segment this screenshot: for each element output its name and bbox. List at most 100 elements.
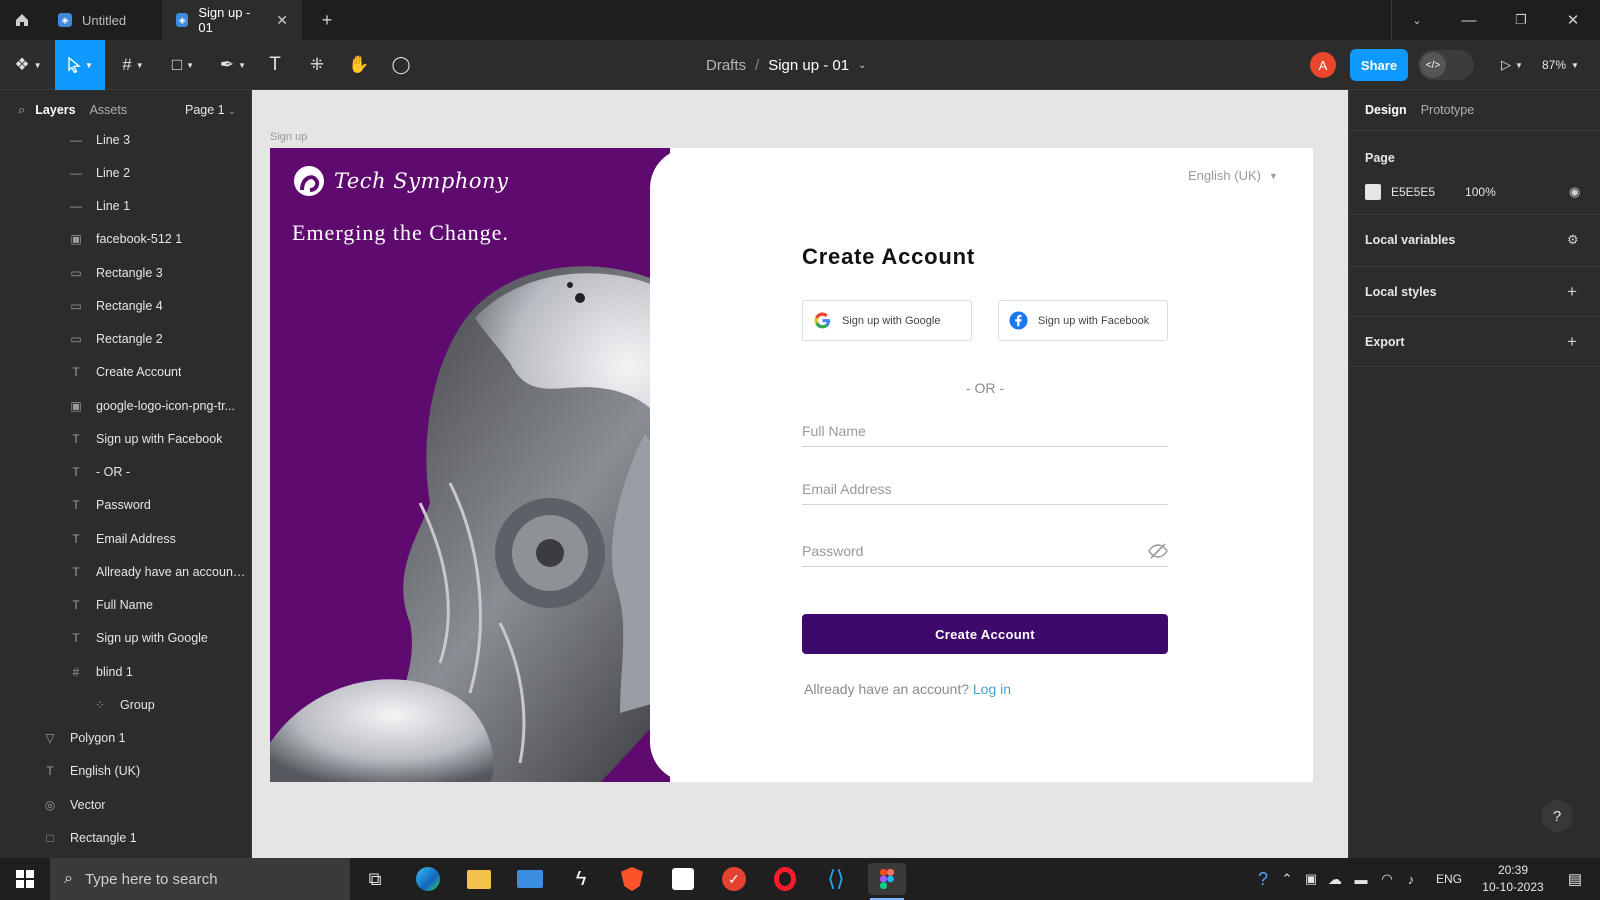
- figma-app-icon[interactable]: [868, 863, 906, 895]
- layer-row[interactable]: ▣ google-logo-icon-png-tr...: [0, 389, 251, 422]
- layer-row[interactable]: ▭ Rectangle 2: [0, 323, 251, 356]
- layer-row[interactable]: # blind 1: [0, 655, 251, 688]
- canvas[interactable]: Sign up Tech Symphony Emerging the Chang…: [252, 90, 1348, 858]
- taskbar-search[interactable]: ⌕ Type here to search: [50, 858, 350, 900]
- clock[interactable]: 20:39 10-10-2023: [1472, 862, 1554, 896]
- restore-icon[interactable]: ❐: [1496, 0, 1546, 40]
- text-tool-button[interactable]: T: [262, 40, 288, 90]
- vscode-icon[interactable]: ⟨⟩: [817, 863, 855, 895]
- local-variables-row[interactable]: Local variables ⚙: [1349, 224, 1600, 256]
- layer-row[interactable]: □ Rectangle 1: [0, 821, 251, 854]
- file-explorer-icon[interactable]: [460, 863, 498, 895]
- facebook-signup-button[interactable]: Sign up with Facebook: [998, 300, 1168, 341]
- full-name-field[interactable]: [802, 416, 1168, 447]
- frame-label[interactable]: Sign up: [270, 131, 307, 143]
- file-name[interactable]: Sign up - 01: [768, 57, 849, 74]
- home-icon[interactable]: [0, 0, 44, 40]
- layer-row[interactable]: T Sign up with Google: [0, 622, 251, 655]
- local-styles-row[interactable]: Local styles +: [1349, 276, 1600, 308]
- language-selector[interactable]: English (UK) ▼: [1188, 168, 1278, 183]
- layer-row[interactable]: T - OR -: [0, 456, 251, 489]
- new-tab-icon[interactable]: +: [312, 0, 342, 40]
- tab-design[interactable]: Design: [1365, 103, 1407, 117]
- create-account-button[interactable]: Create Account: [802, 614, 1168, 654]
- layer-row[interactable]: — Line 2: [0, 156, 251, 189]
- sign-up-frame[interactable]: Tech Symphony Emerging the Change. Engli…: [270, 148, 1313, 782]
- layer-row[interactable]: T Create Account: [0, 356, 251, 389]
- tab-layers[interactable]: Layers: [35, 103, 75, 117]
- google-signup-button[interactable]: Sign up with Google: [802, 300, 972, 341]
- chevron-down-icon[interactable]: ⌄: [858, 60, 866, 71]
- todo-icon[interactable]: ✓: [715, 863, 753, 895]
- plus-icon[interactable]: +: [1567, 332, 1577, 352]
- microsoft-store-icon[interactable]: [664, 863, 702, 895]
- shape-tool-button[interactable]: □ ▼: [162, 40, 204, 90]
- plus-icon[interactable]: +: [1567, 282, 1577, 302]
- page-selector[interactable]: Page 1 ⌄: [185, 103, 236, 117]
- move-tool-button[interactable]: ▼: [55, 40, 105, 90]
- variables-icon[interactable]: ⚙: [1567, 232, 1579, 248]
- layer-row[interactable]: T Password: [0, 489, 251, 522]
- zoom-control[interactable]: 87% ▼: [1542, 40, 1579, 90]
- share-button[interactable]: Share: [1350, 49, 1408, 81]
- email-field[interactable]: [802, 474, 1168, 505]
- layer-row[interactable]: ⁘ Group: [0, 688, 251, 721]
- volume-icon[interactable]: ♪: [1400, 863, 1422, 895]
- close-window-icon[interactable]: ✕: [1548, 0, 1598, 40]
- webcam-icon[interactable]: ▣: [1300, 863, 1322, 895]
- login-link[interactable]: Log in: [973, 681, 1011, 697]
- dev-mode-toggle[interactable]: </>: [1418, 50, 1474, 80]
- mail-icon[interactable]: [511, 863, 549, 895]
- pen-tool-button[interactable]: ✒ ▼: [212, 40, 254, 90]
- eye-icon[interactable]: ◉: [1569, 184, 1580, 200]
- tab-prototype[interactable]: Prototype: [1421, 103, 1475, 117]
- brave-browser-icon[interactable]: [613, 863, 651, 895]
- tab-sign-up-01[interactable]: ◈ Sign up - 01 ✕: [162, 0, 302, 40]
- resources-button[interactable]: ⁜: [304, 40, 330, 90]
- layer-row[interactable]: — Line 3: [0, 123, 251, 156]
- onedrive-icon[interactable]: ☁: [1324, 863, 1346, 895]
- close-tab-icon[interactable]: ✕: [276, 12, 288, 29]
- layer-row[interactable]: ◎ Vector: [0, 788, 251, 821]
- windows-start-icon[interactable]: [6, 863, 44, 895]
- task-view-icon[interactable]: ⧉: [356, 863, 394, 895]
- show-hidden-icons-icon[interactable]: ⌃: [1276, 863, 1298, 895]
- layer-row[interactable]: T Full Name: [0, 589, 251, 622]
- page-color-value[interactable]: E5E5E5: [1391, 185, 1435, 199]
- export-row[interactable]: Export +: [1349, 326, 1600, 358]
- tab-untitled[interactable]: ◈ Untitled: [44, 0, 162, 40]
- help-button[interactable]: ?: [1541, 800, 1573, 832]
- edge-browser-icon[interactable]: [409, 863, 447, 895]
- hand-tool-button[interactable]: ✋: [346, 40, 372, 90]
- wifi-icon[interactable]: ◠: [1376, 863, 1398, 895]
- main-menu-button[interactable]: ❖ ▼: [8, 40, 48, 90]
- breadcrumb-drafts[interactable]: Drafts: [706, 57, 746, 74]
- search-icon[interactable]: ⌕: [18, 102, 25, 118]
- layer-row[interactable]: T Allready have an account...: [0, 555, 251, 588]
- password-field[interactable]: [802, 536, 1168, 567]
- layer-row[interactable]: ▭ Rectangle 3: [0, 256, 251, 289]
- opera-browser-icon[interactable]: [766, 863, 804, 895]
- minimize-icon[interactable]: —: [1444, 0, 1494, 40]
- color-swatch[interactable]: [1365, 184, 1381, 200]
- layer-row[interactable]: T English (UK): [0, 755, 251, 788]
- input-language[interactable]: ENG: [1436, 858, 1462, 900]
- cursor-app-icon[interactable]: ϟ: [562, 863, 600, 895]
- page-opacity-value[interactable]: 100%: [1465, 185, 1496, 199]
- page-color-row[interactable]: E5E5E5 100% ◉: [1349, 180, 1600, 204]
- battery-icon[interactable]: ▬: [1350, 863, 1372, 895]
- layer-row[interactable]: ▭ Rectangle 4: [0, 289, 251, 322]
- layer-row[interactable]: ▽ Polygon 1: [0, 722, 251, 755]
- layer-row[interactable]: T Email Address: [0, 522, 251, 555]
- comment-tool-button[interactable]: ◯: [388, 40, 414, 90]
- layer-row[interactable]: ▣ facebook-512 1: [0, 223, 251, 256]
- tabs-dropdown-icon[interactable]: ⌄: [1392, 0, 1442, 40]
- present-button[interactable]: ▷ ▼: [1494, 40, 1530, 90]
- layer-row[interactable]: T Sign up with Facebook: [0, 422, 251, 455]
- eye-off-icon[interactable]: [1148, 543, 1168, 559]
- notifications-icon[interactable]: ▤: [1558, 863, 1592, 895]
- tab-assets[interactable]: Assets: [90, 103, 128, 117]
- layer-row[interactable]: — Line 1: [0, 190, 251, 223]
- avatar[interactable]: A: [1310, 52, 1336, 78]
- frame-tool-button[interactable]: # ▼: [112, 40, 154, 90]
